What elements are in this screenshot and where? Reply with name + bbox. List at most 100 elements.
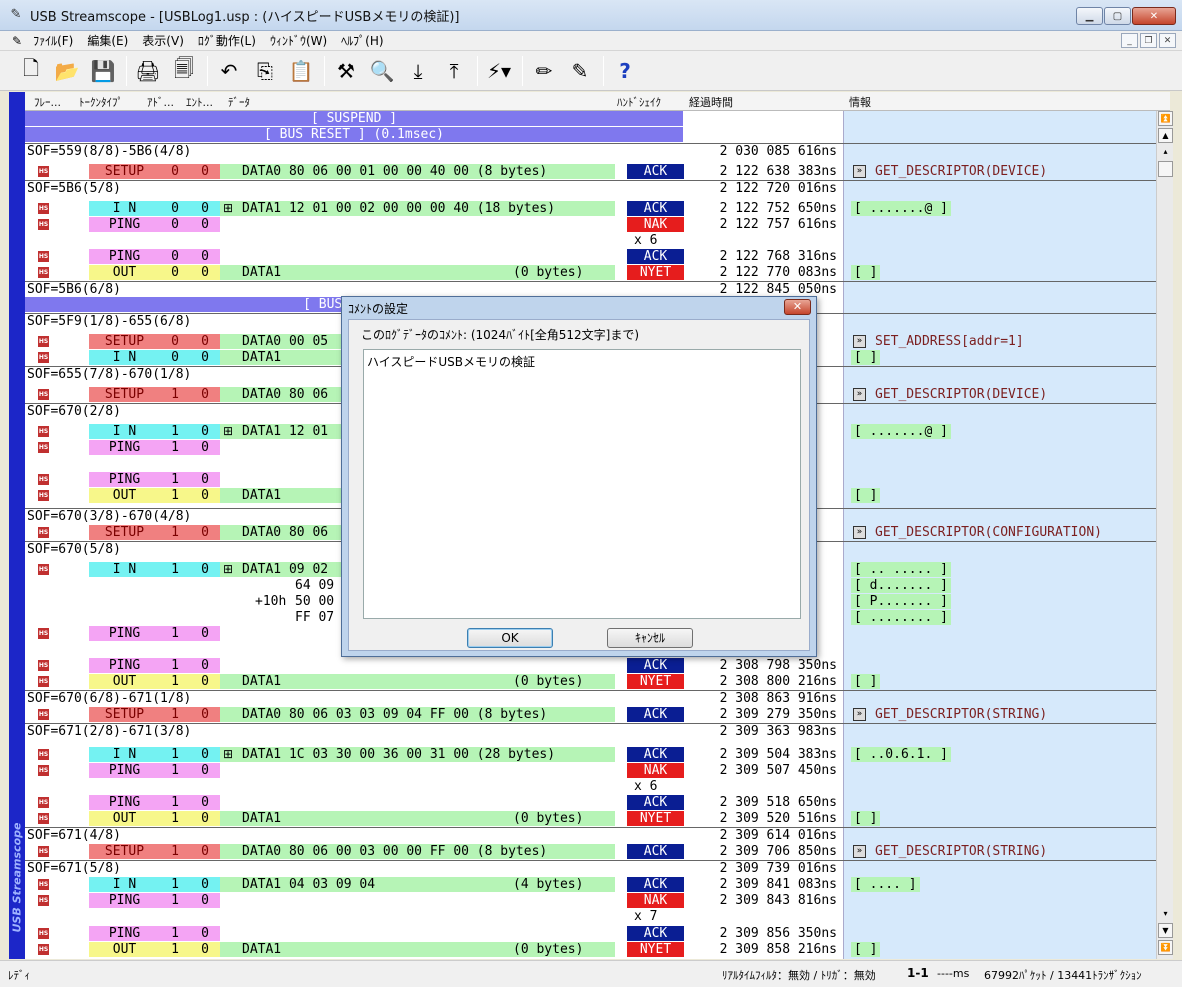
document-menu-icon[interactable]: ✎ xyxy=(0,34,26,48)
request-arrow-icon[interactable]: » xyxy=(853,165,866,178)
table-row[interactable]: HS SETUP 1 0 DATA0 80 06 00 03 00 00 FF 00 (… xyxy=(25,844,1156,860)
table-row[interactable]: HS OUT 1 0 DATA1 (0 bytes) NYET 2 309 858 216ns… xyxy=(25,942,1156,958)
sof-row[interactable]: SOF=5B6(6/8) 2 122 845 050ns xyxy=(25,281,1156,297)
menu-help[interactable]: ﾍﾙﾌﾟ(H) xyxy=(334,32,390,49)
table-row[interactable]: HS I N 0 0 DATA1 12 01 00 02 00 00 00 40 (18… xyxy=(25,201,1156,217)
sof-row[interactable]: SOF=671(5/8) 2 309 739 016ns xyxy=(25,860,1156,876)
table-row[interactable]: HS OUT 0 0 DATA1 (0 bytes) NYET 2 122 770 083ns… xyxy=(25,265,1156,281)
ok-button[interactable]: OK xyxy=(467,628,553,648)
table-row[interactable]: HS PING 1 0 ACK 2 309 856 350ns xyxy=(25,926,1156,942)
col-token-type[interactable]: ﾄｰｸﾝﾀｲﾌﾟ xyxy=(79,94,123,110)
table-row[interactable]: 1HSSETUP00DATA0 80 06 00 01 00 00 40 00 … xyxy=(25,164,1156,180)
col-handshake[interactable]: ﾊﾝﾄﾞｼｪｲｸ xyxy=(617,94,661,110)
request-arrow-icon[interactable]: » xyxy=(853,526,866,539)
table-row[interactable]: HS PING 1 0 ACK 2 308 798 350ns xyxy=(25,658,1156,674)
scroll-down-icon[interactable]: ▾ xyxy=(1158,907,1173,922)
menu-file[interactable]: ﾌｧｲﾙ(F) xyxy=(26,32,80,49)
copy-icon[interactable]: ⎘ xyxy=(248,54,282,88)
col-address[interactable]: ｱﾄﾞ... xyxy=(147,94,174,110)
sof-label: SOF=5F9(1/8)-655(6/8) xyxy=(27,314,192,329)
minimize-button[interactable]: ▁ xyxy=(1076,7,1103,25)
scroll-thumb[interactable] xyxy=(1158,161,1173,177)
elapsed-time: 2 122 752 650ns xyxy=(719,201,837,216)
table-row[interactable]: HS SETUP 1 0 DATA0 80 06 03 03 09 04 FF 00 (… xyxy=(25,707,1156,723)
table-row[interactable]: HS PING 0 0 NAK 2 122 757 616ns xyxy=(25,217,1156,233)
address: 0 xyxy=(160,334,190,349)
sof-row[interactable]: SOF=559(8/8)-5B6(4/8) 2 030 085 616ns xyxy=(25,143,1156,159)
dialog-close-icon[interactable]: ✕ xyxy=(784,299,811,315)
paste-icon[interactable]: 📋 xyxy=(284,54,318,88)
open-folder-icon[interactable]: 📂 xyxy=(50,54,84,88)
start-capture-icon[interactable]: ✏ xyxy=(527,54,561,88)
new-file-icon[interactable]: 🗋 xyxy=(14,54,48,88)
undo-icon[interactable]: ↶ xyxy=(212,54,246,88)
table-row[interactable]: x 7 xyxy=(25,909,1156,925)
trigger-icon[interactable]: ⚡▾ xyxy=(482,54,516,88)
byte-count: (4 bytes) xyxy=(513,877,584,892)
sof-row[interactable]: SOF=671(2/8)-671(3/8) 2 309 363 983ns xyxy=(25,723,1156,739)
table-row[interactable]: 2HSI N10DATA1 1C 03 30 00 36 00 31 00 (2… xyxy=(25,747,1156,763)
request-arrow-icon[interactable]: » xyxy=(853,388,866,401)
table-row[interactable]: HS PING 1 0 NAK 2 309 507 450ns xyxy=(25,763,1156,779)
comment-label: このﾛｸﾞﾃﾞｰﾀのｺﾒﾝﾄ: (1024ﾊﾞｲﾄ[全角512文字]まで) xyxy=(361,328,640,342)
print-icon[interactable]: 🖨 xyxy=(131,54,165,88)
info-ascii: [ d....... ] xyxy=(851,578,951,593)
request-arrow-icon[interactable]: » xyxy=(853,708,866,721)
col-frame[interactable]: ﾌﾚｰ... xyxy=(34,94,61,110)
comment-textarea[interactable] xyxy=(363,349,801,619)
col-endpoint[interactable]: ｴﾝﾄ... xyxy=(186,94,213,110)
mdi-restore-button[interactable]: ❐ xyxy=(1140,33,1157,48)
mdi-minimize-button[interactable]: _ xyxy=(1121,33,1138,48)
print-preview-icon[interactable]: 🗐 xyxy=(167,54,201,88)
help-icon[interactable]: ? xyxy=(608,54,642,88)
table-row[interactable]: x 6 xyxy=(25,779,1156,795)
find-icon[interactable]: 🔍 xyxy=(365,54,399,88)
scroll-up-icon[interactable]: ▴ xyxy=(1158,145,1173,160)
menu-edit[interactable]: 編集(E) xyxy=(80,32,135,49)
elapsed-time: 2 308 798 350ns xyxy=(719,658,837,673)
endpoint: 0 xyxy=(190,525,220,540)
col-elapsed-time[interactable]: 経過時間 xyxy=(689,94,733,110)
col-data[interactable]: ﾃﾞｰﾀ xyxy=(228,94,250,110)
col-info[interactable]: 情報 xyxy=(849,94,871,110)
handshake: ACK xyxy=(627,658,684,673)
scroll-bottom-icon[interactable]: ⏬ xyxy=(1158,940,1173,955)
close-button[interactable]: ✕ xyxy=(1132,7,1176,25)
menu-view[interactable]: 表示(V) xyxy=(135,32,191,49)
table-row[interactable]: HS OUT 1 0 DATA1 (0 bytes) NYET 2 309 520 516ns… xyxy=(25,811,1156,827)
table-row[interactable]: HS I N 1 0 DATA1 04 03 09 04 (4 bytes) ACK 2 30… xyxy=(25,877,1156,893)
sof-row[interactable]: SOF=5B6(5/8) 2 122 720 016ns xyxy=(25,180,1156,196)
scroll-page-up-icon[interactable]: ▲ xyxy=(1158,128,1173,143)
sof-label: SOF=670(3/8)-670(4/8) xyxy=(27,509,192,524)
info-text: GET_DESCRIPTOR(DEVICE) xyxy=(875,387,1048,402)
elapsed-time: 2 309 504 383ns xyxy=(719,747,837,762)
cancel-button[interactable]: ｷｬﾝｾﾙ xyxy=(607,628,693,648)
high-speed-icon: HS xyxy=(38,267,49,278)
find-next-icon[interactable]: ⤓ xyxy=(401,54,435,88)
menu-window[interactable]: ｳｨﾝﾄﾞｳ(W) xyxy=(263,32,334,49)
endpoint: 0 xyxy=(190,763,220,778)
sof-row[interactable]: SOF=670(6/8)-671(1/8) 2 308 863 916ns xyxy=(25,690,1156,706)
settings-tool-icon[interactable]: ⚒ xyxy=(329,54,363,88)
sof-row[interactable]: SOF=671(4/8) 2 309 614 016ns xyxy=(25,827,1156,843)
scroll-top-icon[interactable]: ⏫ xyxy=(1158,111,1173,126)
info-text: GET_DESCRIPTOR(CONFIGURATION) xyxy=(875,525,1102,540)
mdi-close-button[interactable]: ✕ xyxy=(1159,33,1176,48)
table-row[interactable]: HS PING 1 0 ACK 2 309 518 650ns xyxy=(25,795,1156,811)
request-arrow-icon[interactable]: » xyxy=(853,335,866,348)
scroll-page-down-icon[interactable]: ▼ xyxy=(1158,923,1173,938)
elapsed-time: 2 309 858 216ns xyxy=(719,942,837,957)
table-row[interactable]: HS PING 1 0 NAK 2 309 843 816ns xyxy=(25,893,1156,909)
table-row[interactable]: x 6 xyxy=(25,233,1156,249)
token-type: I N xyxy=(89,877,160,892)
maximize-button[interactable]: ▢ xyxy=(1104,7,1131,25)
sof-label: SOF=559(8/8)-5B6(4/8) xyxy=(27,144,192,159)
menu-log[interactable]: ﾛｸﾞ動作(L) xyxy=(191,32,263,49)
table-row[interactable]: HS OUT 1 0 DATA1 (0 bytes) NYET 2 308 800 216ns… xyxy=(25,674,1156,690)
find-prev-icon[interactable]: ⤒ xyxy=(437,54,471,88)
stop-capture-icon[interactable]: ✎ xyxy=(563,54,597,88)
request-arrow-icon[interactable]: » xyxy=(853,845,866,858)
vertical-scrollbar[interactable]: ⏫ ▲ ▴ ▾ ▼ ⏬ xyxy=(1156,111,1173,959)
table-row[interactable]: HS PING 0 0 ACK 2 122 768 316ns xyxy=(25,249,1156,265)
save-icon[interactable]: 💾 xyxy=(86,54,120,88)
